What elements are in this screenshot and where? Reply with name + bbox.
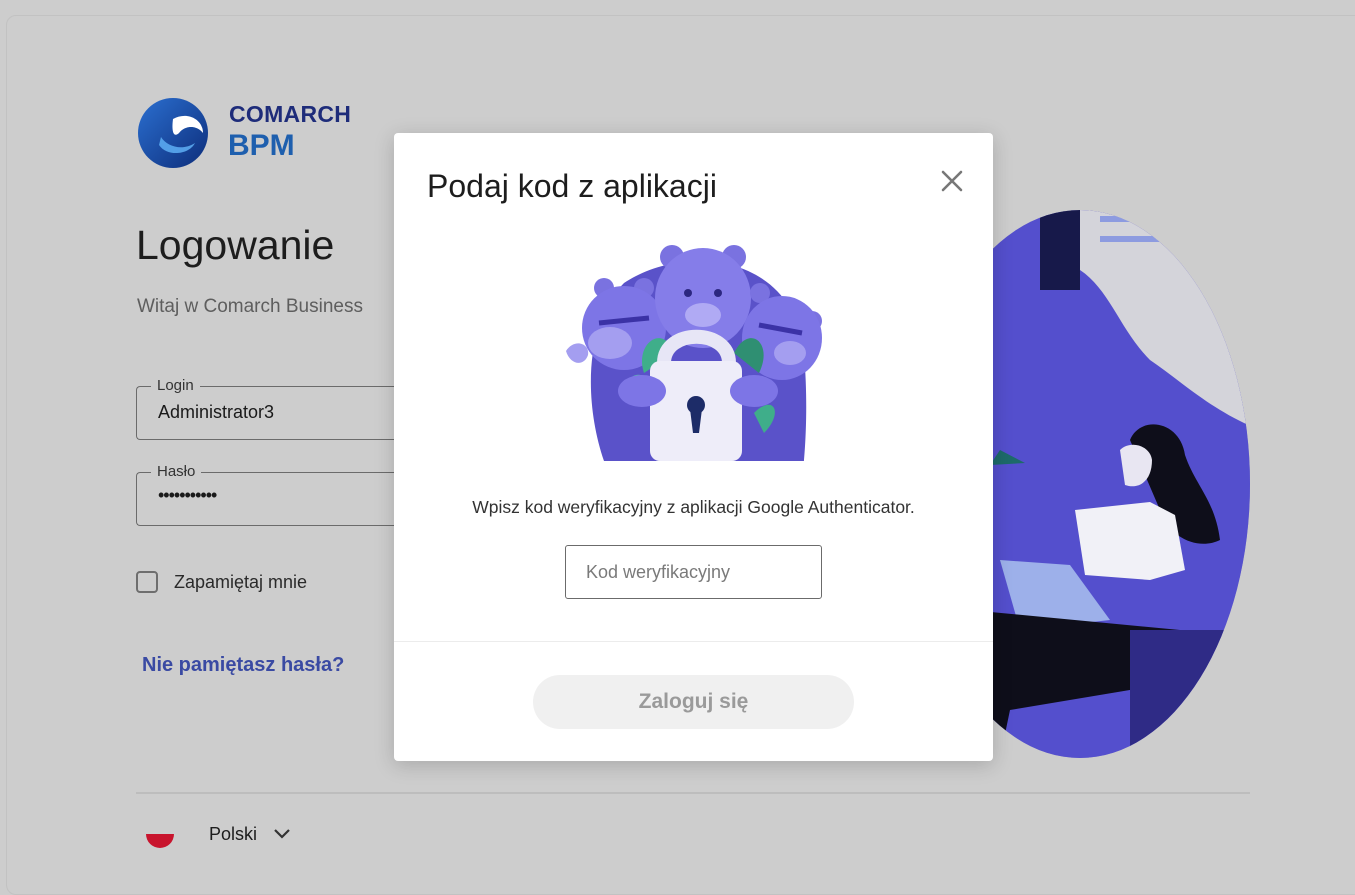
password-value: ••••••••••• xyxy=(158,485,217,505)
forgot-password-link[interactable]: Nie pamiętasz hasła? xyxy=(142,654,344,677)
modal-title: Podaj kod z aplikacji xyxy=(427,168,717,204)
password-field[interactable]: Hasło ••••••••••• xyxy=(136,463,416,526)
remember-checkbox[interactable] xyxy=(136,571,158,593)
login-label: Login xyxy=(151,377,200,394)
login-field[interactable]: Login Administrator3 xyxy=(136,377,416,440)
footer-divider xyxy=(136,792,1250,794)
modal-divider xyxy=(394,641,993,642)
login-submit-button[interactable]: Zaloguj się xyxy=(533,675,854,729)
remember-me[interactable]: Zapamiętaj mnie xyxy=(136,571,307,593)
brand-name: COMARCH xyxy=(229,101,352,127)
page-subtitle: Witaj w Comarch Business xyxy=(137,296,363,317)
illustration-woman-laptop xyxy=(980,210,1250,758)
chevron-down-icon[interactable] xyxy=(273,828,291,840)
bears-padlock-illustration xyxy=(566,245,822,461)
modal-description: Wpisz kod weryfikacyjny z aplikacji Goog… xyxy=(472,497,915,517)
brand-product: BPM xyxy=(228,129,295,162)
password-label: Hasło xyxy=(151,463,202,480)
page-title: Logowanie xyxy=(136,222,335,268)
close-icon[interactable] xyxy=(940,169,964,193)
language-label: Polski xyxy=(209,823,258,844)
poland-flag-icon xyxy=(146,820,174,848)
verification-code-input[interactable] xyxy=(565,545,822,599)
language-selector[interactable]: Polski xyxy=(146,820,291,848)
verification-modal: Podaj kod z aplikacji Wpisz kod weryfika… xyxy=(394,133,993,761)
login-value: Administrator3 xyxy=(158,402,275,422)
remember-label: Zapamiętaj mnie xyxy=(174,571,308,592)
